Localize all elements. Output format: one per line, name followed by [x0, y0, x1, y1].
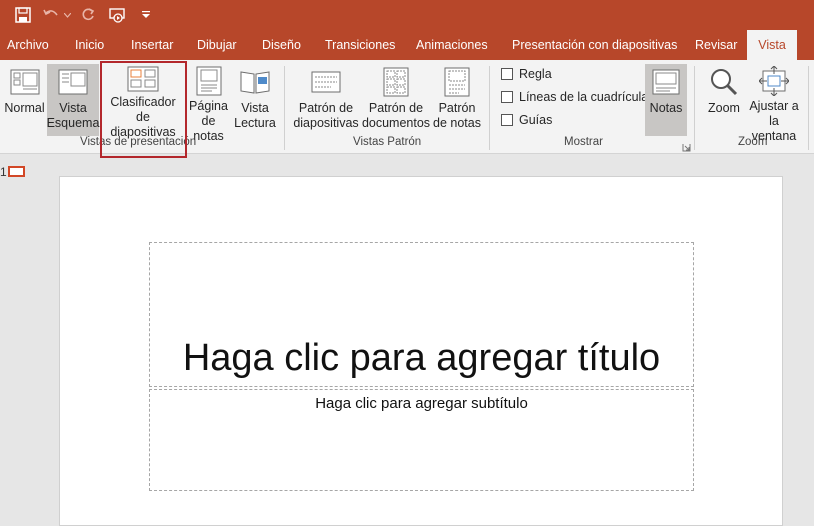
handout-master-icon	[383, 66, 409, 98]
redo-icon[interactable]	[79, 5, 97, 25]
notes-label: Notas	[649, 101, 683, 115]
notes-page-button[interactable]: Página de notas	[186, 64, 231, 143]
group-label-master-views: Vistas Patrón	[353, 136, 422, 148]
normal-view-icon	[10, 66, 40, 98]
tab-transiciones[interactable]: Transiciones	[325, 30, 395, 60]
ruler-label: Regla	[519, 67, 552, 81]
tab-revisar[interactable]: Revisar	[695, 30, 737, 60]
tab-archivo[interactable]: Archivo	[7, 30, 49, 60]
show-dialog-launcher-icon[interactable]	[682, 139, 691, 152]
reading-view-button[interactable]: Vista Lectura	[233, 64, 277, 134]
group-separator	[694, 66, 695, 150]
save-icon[interactable]	[12, 5, 34, 25]
title-bar	[0, 0, 814, 30]
fit-to-window-button[interactable]: Ajustar a la ventana	[746, 64, 802, 143]
subtitle-placeholder[interactable]: Haga clic para agregar subtítulo	[149, 389, 694, 491]
tab-inicio[interactable]: Inicio	[75, 30, 104, 60]
guides-label: Guías	[519, 113, 553, 127]
ruler-checkbox-box[interactable]	[501, 68, 513, 80]
zoom-label: Zoom	[708, 101, 740, 115]
group-label-show: Mostrar	[564, 136, 603, 148]
notes-master-label: Patrón de notas	[433, 101, 481, 130]
handout-master-label: Patrón de documentos	[361, 101, 431, 130]
notes-master-icon	[444, 66, 470, 98]
zoom-button[interactable]: Zoom	[704, 64, 744, 134]
fit-to-window-icon	[759, 66, 789, 96]
reading-view-icon	[239, 66, 271, 98]
slide-canvas[interactable]: Haga clic para agregar título Haga clic …	[59, 176, 783, 526]
subtitle-placeholder-text: Haga clic para agregar subtítulo	[315, 395, 528, 412]
title-placeholder[interactable]: Haga clic para agregar título	[149, 242, 694, 387]
tab-presentacion[interactable]: Presentación con diapositivas	[512, 30, 677, 60]
outline-view-label: Vista Esquema	[46, 101, 100, 130]
slide-thumbnail[interactable]	[8, 166, 25, 177]
group-label-presentation-views: Vistas de presentación	[80, 136, 197, 148]
group-separator	[808, 66, 809, 150]
title-placeholder-text: Haga clic para agregar título	[182, 337, 661, 379]
group-separator	[284, 66, 285, 150]
outline-view-button[interactable]: Vista Esquema	[47, 64, 99, 136]
thumbnail-pane: 1	[0, 155, 59, 526]
gridlines-checkbox-box[interactable]	[501, 91, 513, 103]
outline-view-icon	[58, 66, 88, 98]
start-slideshow-icon[interactable]	[107, 5, 129, 25]
undo-icon[interactable]	[42, 5, 60, 25]
normal-view-button[interactable]: Normal	[3, 64, 46, 134]
gridlines-checkbox[interactable]: Líneas de la cuadrícula	[501, 88, 648, 106]
tab-insertar[interactable]: Insertar	[131, 30, 173, 60]
slide-master-button[interactable]: Patrón de diapositivas	[293, 64, 359, 134]
notes-icon	[652, 66, 680, 98]
slide-number: 1	[0, 165, 7, 179]
ribbon-panel: Normal Vista Esquema Clasificador de dia…	[0, 60, 814, 154]
slide-sorter-button[interactable]: Clasificador de diapositivas	[103, 64, 183, 139]
slide-master-icon	[311, 66, 341, 98]
tab-dibujar[interactable]: Dibujar	[197, 30, 237, 60]
slide-sorter-icon	[127, 66, 159, 92]
guides-checkbox-box[interactable]	[501, 114, 513, 126]
vertical-scroll-area[interactable]	[783, 155, 814, 526]
guides-checkbox[interactable]: Guías	[501, 111, 552, 129]
group-separator	[489, 66, 490, 150]
notes-page-icon	[196, 66, 222, 96]
zoom-icon	[709, 66, 739, 98]
group-label-zoom: Zoom	[738, 136, 768, 148]
slide-sorter-label: Clasificador de diapositivas	[110, 95, 176, 139]
ribbon-tabs: Archivo Inicio Insertar Dibujar Diseño T…	[0, 30, 814, 60]
tab-animaciones[interactable]: Animaciones	[416, 30, 488, 60]
gridlines-label: Líneas de la cuadrícula	[519, 90, 649, 104]
normal-view-label: Normal	[4, 101, 45, 115]
reading-view-label: Vista Lectura	[234, 101, 276, 130]
customize-qat-icon[interactable]	[140, 5, 152, 25]
tab-vista[interactable]: Vista	[747, 30, 797, 60]
notes-master-button[interactable]: Patrón de notas	[433, 64, 481, 134]
notes-toggle-button[interactable]: Notas	[645, 64, 687, 136]
undo-dropdown-icon[interactable]	[62, 5, 72, 25]
slide-master-label: Patrón de diapositivas	[293, 101, 359, 130]
ruler-checkbox[interactable]: Regla	[501, 65, 552, 83]
tab-diseno[interactable]: Diseño	[262, 30, 301, 60]
handout-master-button[interactable]: Patrón de documentos	[361, 64, 431, 134]
